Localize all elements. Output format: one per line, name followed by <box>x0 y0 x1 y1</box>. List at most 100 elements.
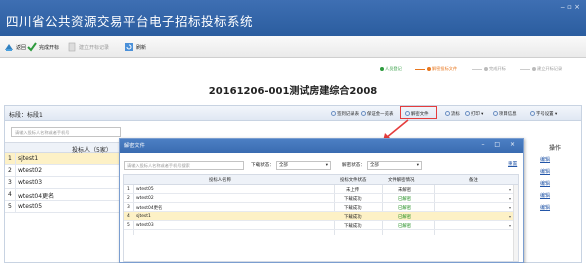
download-status-select[interactable]: 全部 ▾ <box>275 160 331 170</box>
table-row[interactable]: 5 wtest05 <box>5 201 124 213</box>
table-row[interactable]: 3 wtest03 <box>5 177 124 189</box>
finish-open-button[interactable]: 完成开标 <box>27 41 59 53</box>
list-icon <box>361 111 366 116</box>
row-number: 3 <box>127 205 130 210</box>
row-number: 1 <box>8 155 12 162</box>
fail-bid-button[interactable]: 流标 <box>445 109 460 118</box>
bidder-name: wtest02 <box>18 167 43 174</box>
button-label: 保证金一览表 <box>367 111 394 117</box>
cell-divider <box>15 189 16 201</box>
file-status: 未上传 <box>346 188 360 193</box>
sign-in-record-button[interactable]: 签到记录表 <box>331 109 359 118</box>
toolbar: 返回 完成开标 建立开标记录 刷新 <box>0 36 586 58</box>
dialog-title-bar: 解密文件 – □ × <box>120 139 523 153</box>
deposit-list-button[interactable]: 保证金一览表 <box>361 109 393 118</box>
table-row[interactable]: 2 wtest02 下载成功 已解密 <box>124 194 518 203</box>
dialog-scrollbar[interactable] <box>513 185 518 261</box>
row-number: 2 <box>127 196 130 201</box>
progress-line <box>472 69 482 70</box>
remark-dropdown-icon[interactable]: ▾ <box>509 205 511 210</box>
row-number: 3 <box>8 179 12 186</box>
remark-dropdown-icon[interactable]: ▾ <box>509 223 511 228</box>
project-info-button[interactable]: 项目信息 <box>493 109 517 118</box>
table-row[interactable]: 2 wtest02 <box>5 165 124 177</box>
step-dot-icon <box>484 67 488 71</box>
button-label: 签到记录表 <box>337 111 359 117</box>
table-row[interactable]: 3 wtest04更名 下载成功 已解密 <box>124 203 518 212</box>
step-label: 人员登记 <box>385 66 402 71</box>
button-label: 打印 ▾ <box>471 111 484 117</box>
decrypt-status-select[interactable]: 全部 ▾ <box>366 160 422 170</box>
decrypt-status: 已解密 <box>398 206 412 211</box>
bidder-search-input[interactable]: 请输入投标人名称或者手机号 <box>11 127 121 137</box>
bidder-table-header: 投标人（5家） <box>5 142 124 154</box>
create-record-button[interactable]: 建立开标记录 <box>67 41 109 53</box>
app-title: 四川省公共资源交易平台电子招标投标系统 <box>6 14 254 29</box>
return-label: 返回 <box>16 44 27 51</box>
progress-steps: 人员登记 解密投标文件 完成开标 建立开标记录 <box>380 66 584 74</box>
step-label: 解密投标文件 <box>432 66 458 71</box>
step-dot-icon <box>427 67 431 71</box>
chevron-down-icon: ▾ <box>416 162 419 168</box>
refresh-button[interactable]: 刷新 <box>124 41 146 53</box>
return-button[interactable]: 返回 <box>4 41 26 53</box>
table-row[interactable]: 4 sjtest1 下载成功 已解密 <box>124 212 518 221</box>
bidder-name: wtest05 <box>18 203 43 210</box>
step-label: 建立开标记录 <box>537 66 563 71</box>
decrypt-table: 投标人名称 投标文件状态 文件解密情况 备注 1 wtest05 未上传 未解密… <box>123 174 519 262</box>
bidder-name: sjtest1 <box>136 214 151 219</box>
edit-link[interactable]: 编辑 <box>540 156 550 163</box>
bidder-name: wtest05 <box>136 187 154 192</box>
progress-step-4: 建立开标记录 <box>532 66 562 72</box>
table-row[interactable]: 5 wtest03 下载成功 已解密 <box>124 221 518 230</box>
return-icon <box>5 44 13 51</box>
print-button[interactable]: 打印 ▾ <box>465 109 483 118</box>
refresh-label: 刷新 <box>136 44 147 51</box>
edit-link[interactable]: 编辑 <box>540 192 550 199</box>
remark-dropdown-icon[interactable]: ▾ <box>509 187 511 192</box>
download-filter: 下载状态： 全部 ▾ <box>251 160 331 170</box>
title-bar: 四川省公共资源交易平台电子招标投标系统 ‒ ▫ × <box>0 0 586 36</box>
font-icon <box>530 111 535 116</box>
col-bidder-name: 投标人名称 <box>209 178 231 183</box>
warning-icon <box>445 111 450 116</box>
dialog-search-input[interactable]: 请输入投标人名称或者手机号搜索 <box>124 160 244 170</box>
table-row[interactable]: 1 wtest05 未上传 未解密 <box>124 185 518 194</box>
check-icon <box>27 42 37 52</box>
decrypt-table-header: 投标人名称 投标文件状态 文件解密情况 备注 <box>124 175 518 185</box>
dialog-window-controls[interactable]: – □ × <box>481 141 519 148</box>
font-size-button[interactable]: 字号设置 ▾ <box>530 109 557 118</box>
progress-step-1: 人员登记 <box>380 66 402 72</box>
remark-dropdown-icon[interactable]: ▾ <box>509 214 511 219</box>
step-dot-icon <box>380 67 384 71</box>
table-row[interactable]: 4 wtest04更名 <box>5 189 124 201</box>
edit-link[interactable]: 编辑 <box>540 168 550 175</box>
decrypt-status: 未解密 <box>398 188 412 193</box>
decrypt-status: 已解密 <box>398 197 412 202</box>
bidder-name: wtest04更名 <box>18 193 55 200</box>
create-record-label: 建立开标记录 <box>79 44 110 51</box>
print-icon <box>465 111 470 116</box>
col-remark: 备注 <box>469 178 478 183</box>
table-row[interactable]: 1 sjtest1 <box>5 153 124 165</box>
edit-link[interactable]: 编辑 <box>540 204 550 211</box>
row-number: 1 <box>127 187 130 192</box>
decrypt-filter-label: 解密状态： <box>342 163 365 168</box>
cell-divider <box>15 165 16 177</box>
file-status: 下载成功 <box>344 215 362 220</box>
edit-link[interactable]: 编辑 <box>540 180 550 187</box>
sign-icon <box>331 111 336 116</box>
row-number: 5 <box>127 223 130 228</box>
chevron-down-icon: ▾ <box>325 162 328 168</box>
step-dot-icon <box>532 67 536 71</box>
reset-link[interactable]: 重置 <box>508 161 517 167</box>
remark-dropdown-icon[interactable]: ▾ <box>509 196 511 201</box>
row-number: 5 <box>8 203 12 210</box>
select-value: 全部 <box>278 163 288 168</box>
bidder-name: sjtest1 <box>18 155 39 162</box>
progress-line <box>520 69 530 70</box>
bidder-name: wtest04更名 <box>136 206 163 211</box>
window-controls[interactable]: ‒ ▫ × <box>560 3 580 11</box>
decrypt-file-dialog: 解密文件 – □ × 请输入投标人名称或者手机号搜索 下载状态： 全部 ▾ 解密… <box>119 138 524 263</box>
row-number: 2 <box>8 167 12 174</box>
